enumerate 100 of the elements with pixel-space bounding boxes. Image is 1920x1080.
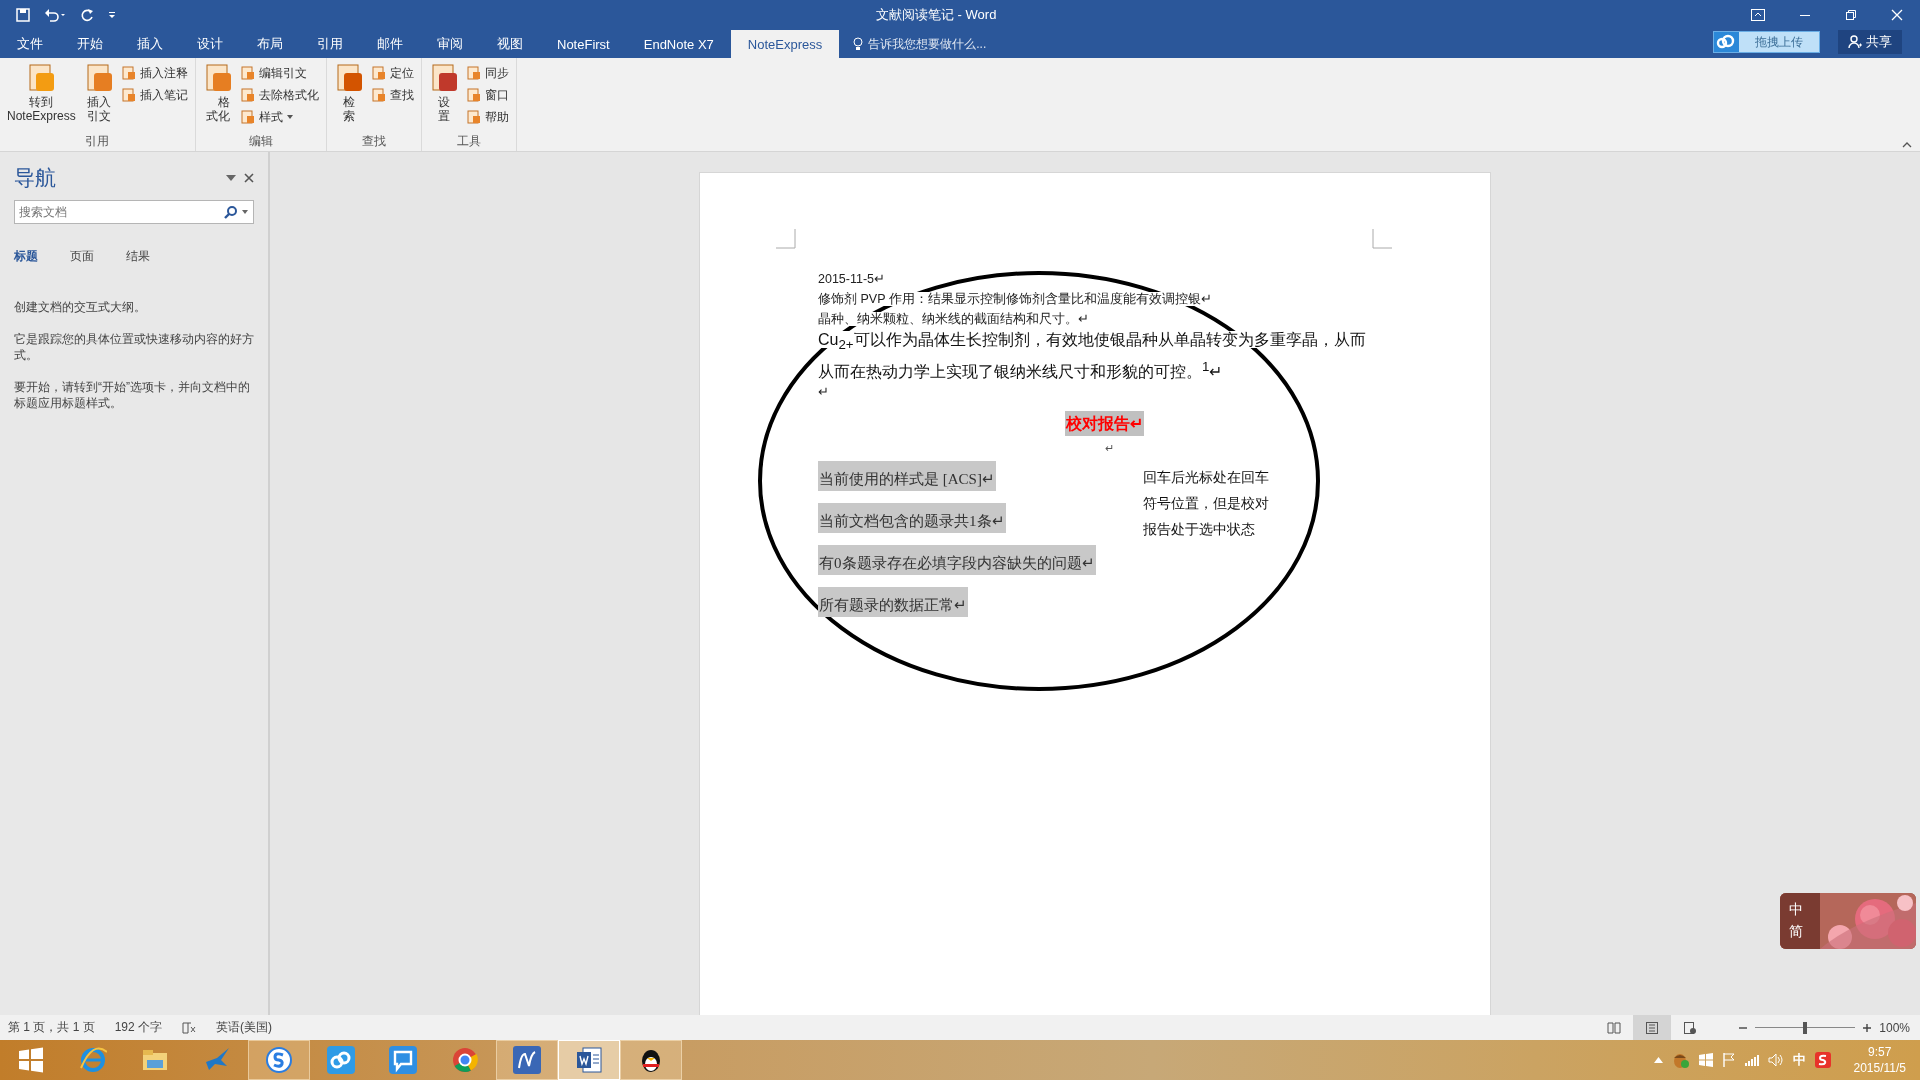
taskbar-button[interactable] bbox=[620, 1040, 682, 1080]
ribbon-button[interactable]: 插入笔记 bbox=[118, 85, 191, 105]
ribbon-tab[interactable]: 视图 bbox=[480, 30, 540, 58]
globe-icon bbox=[79, 1046, 107, 1074]
share-label: 共享 bbox=[1866, 33, 1892, 51]
ribbon-button[interactable]: 编辑引文 bbox=[237, 63, 322, 83]
page-icon bbox=[240, 66, 255, 80]
pane-tab[interactable]: 结果 bbox=[126, 248, 166, 265]
ribbon-tab[interactable]: NoteExpress bbox=[730, 30, 840, 58]
ribbon-button[interactable]: 插入注释 bbox=[118, 63, 191, 83]
document-icon bbox=[26, 63, 57, 93]
page-icon bbox=[240, 88, 255, 102]
note-text: 报告处于选中状态 bbox=[1143, 520, 1256, 539]
ribbon-button[interactable]: 检索 bbox=[330, 61, 367, 133]
ribbon-tab[interactable]: 文件 bbox=[0, 30, 60, 58]
share-button[interactable]: 共享 bbox=[1838, 30, 1902, 54]
word-count[interactable]: 192 个字 bbox=[114, 1019, 163, 1036]
window-title: 文献阅读笔记 - Word bbox=[876, 6, 998, 24]
page-icon bbox=[240, 110, 255, 124]
slider-thumb[interactable] bbox=[1803, 1021, 1808, 1034]
ribbon-display-icon[interactable] bbox=[1751, 9, 1765, 21]
corner-mark bbox=[1372, 229, 1392, 249]
proofing-icon[interactable] bbox=[182, 1021, 197, 1034]
group-label: 查找 bbox=[360, 133, 387, 150]
note-text: 回车后光标处在回车 bbox=[1143, 468, 1269, 487]
undo-icon[interactable] bbox=[44, 8, 66, 22]
acorn-icon[interactable] bbox=[1671, 1051, 1690, 1069]
lightbulb-icon bbox=[853, 37, 864, 51]
ribbon-tab[interactable]: 开始 bbox=[60, 30, 120, 58]
ribbon-button[interactable]: 查找 bbox=[368, 85, 417, 105]
page-icon bbox=[371, 88, 386, 102]
dropdown-icon[interactable] bbox=[226, 175, 236, 181]
read-mode-icon bbox=[1607, 1020, 1622, 1035]
help-text: 它是跟踪您的具体位置或快速移动内容的好方式。 bbox=[14, 331, 254, 363]
ribbon-button[interactable]: 插入引文 bbox=[80, 61, 117, 133]
person-icon bbox=[1848, 35, 1862, 49]
help-text: 要开始，请转到“开始”选项卡，并向文档中的标题应用标题样式。 bbox=[14, 379, 251, 411]
page-icon bbox=[371, 66, 386, 80]
ribbon-button[interactable]: 定位 bbox=[368, 63, 417, 83]
ime-toolbar[interactable]: 中 简 bbox=[1780, 893, 1916, 949]
zoom-level[interactable]: 100% bbox=[1879, 1020, 1910, 1035]
script-logo-icon bbox=[513, 1046, 541, 1074]
ribbon-tab[interactable]: 插入 bbox=[120, 30, 180, 58]
save-icon[interactable] bbox=[16, 8, 30, 22]
ime-label[interactable]: 中 bbox=[1789, 899, 1803, 919]
ribbon-tab[interactable]: 邮件 bbox=[360, 30, 420, 58]
ribbon-button[interactable]: 格式化 bbox=[199, 61, 236, 133]
report-title: 校对报告↵ bbox=[1064, 410, 1144, 436]
group-label: 编辑 bbox=[247, 133, 274, 150]
chat-bubble-icon bbox=[389, 1046, 417, 1074]
ribbon-button[interactable]: 同步 bbox=[463, 63, 512, 83]
pane-tab[interactable]: 页面 bbox=[70, 248, 110, 265]
ribbon-button[interactable]: 样式 bbox=[237, 107, 322, 127]
language[interactable]: 英语(美国) bbox=[216, 1019, 273, 1036]
zoom-in-icon[interactable] bbox=[1863, 1023, 1872, 1032]
customize-caret-icon[interactable] bbox=[108, 11, 116, 19]
ribbon-button[interactable]: 设置 bbox=[425, 61, 462, 133]
paragraph-mark: ↵ bbox=[1103, 441, 1115, 455]
ribbon-button[interactable]: 去除格式化 bbox=[237, 85, 322, 105]
search-icon[interactable] bbox=[224, 205, 238, 219]
page-icon bbox=[121, 88, 136, 102]
group-label: 工具 bbox=[455, 133, 482, 150]
caret-icon[interactable] bbox=[242, 210, 248, 214]
upload-label: 拖拽上传 bbox=[1739, 32, 1819, 52]
ribbon-tab[interactable]: 布局 bbox=[240, 30, 300, 58]
redo-icon[interactable] bbox=[80, 8, 94, 22]
web-layout-icon bbox=[1683, 1020, 1698, 1035]
group-label: 引用 bbox=[84, 133, 111, 150]
ribbon-tab[interactable]: NoteFirst bbox=[540, 30, 627, 58]
close-icon[interactable] bbox=[244, 173, 254, 183]
swirl-icon bbox=[265, 1046, 293, 1074]
upload-button[interactable]: 拖拽上传 bbox=[1713, 31, 1820, 53]
ribbon-button[interactable]: 窗口 bbox=[463, 85, 512, 105]
windows-logo-icon bbox=[18, 1047, 44, 1073]
print-layout-icon bbox=[1645, 1020, 1660, 1035]
page-icon bbox=[466, 88, 481, 102]
chrome-icon bbox=[451, 1046, 479, 1074]
page-count[interactable]: 第 1 页，共 1 页 bbox=[8, 1019, 95, 1036]
ime-label[interactable]: 简 bbox=[1789, 921, 1803, 941]
search-field[interactable]: 搜索文档 bbox=[14, 200, 254, 224]
page-icon bbox=[121, 66, 136, 80]
ribbon-button[interactable]: 转到 NoteExpress bbox=[4, 61, 79, 133]
ribbon-tab[interactable]: 设计 bbox=[180, 30, 240, 58]
ribbon-tab[interactable]: EndNote X7 bbox=[626, 30, 731, 58]
restore-icon[interactable] bbox=[1845, 9, 1857, 21]
view-button[interactable] bbox=[1633, 1015, 1672, 1040]
page-icon bbox=[466, 66, 481, 80]
pane-tab[interactable]: 标题 bbox=[14, 248, 54, 265]
corner-mark bbox=[776, 229, 796, 249]
collapse-ribbon-icon[interactable] bbox=[1902, 142, 1912, 148]
ribbon-tab[interactable]: 审阅 bbox=[420, 30, 480, 58]
cloud-icon bbox=[327, 1046, 355, 1074]
tell-me-field[interactable]: 告诉我您想要做什么... bbox=[868, 35, 987, 53]
swirl-icon[interactable] bbox=[1814, 1052, 1831, 1068]
help-text: 创建文档的交互式大纲。 bbox=[14, 299, 147, 315]
pane-title: 导航 bbox=[14, 165, 57, 191]
cloud-icon bbox=[1714, 33, 1736, 51]
document-icon bbox=[575, 1046, 603, 1074]
ribbon-button[interactable]: 帮助 bbox=[463, 107, 512, 127]
ribbon-tab[interactable]: 引用 bbox=[300, 30, 360, 58]
